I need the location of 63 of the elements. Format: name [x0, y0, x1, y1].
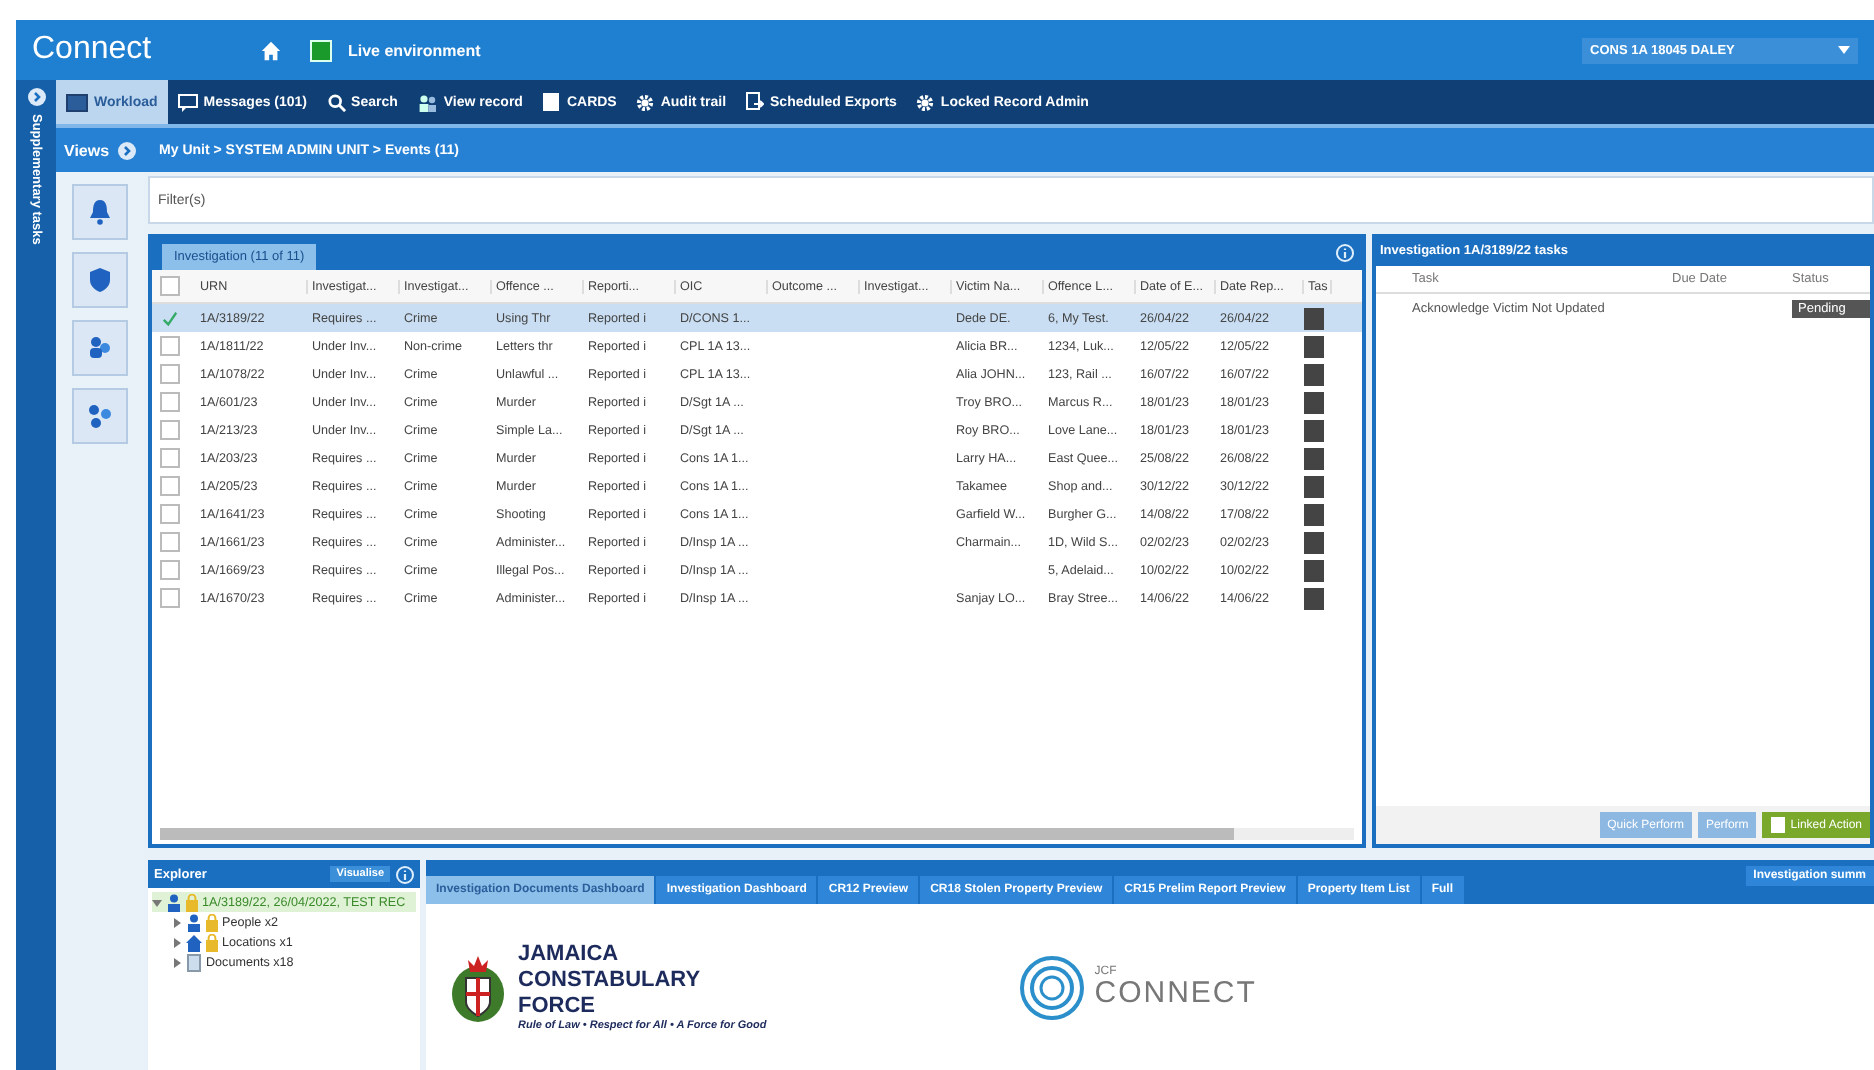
- caret-icon: [1838, 46, 1850, 54]
- expand-icon[interactable]: [172, 937, 182, 947]
- expand-icon[interactable]: [172, 957, 182, 967]
- environment-label: Live environment: [348, 41, 481, 59]
- checkbox[interactable]: [160, 504, 180, 524]
- info-icon[interactable]: [1336, 244, 1354, 262]
- task-indicator: [1304, 503, 1324, 525]
- view-button[interactable]: [72, 388, 128, 444]
- app-title: Connect: [32, 32, 154, 68]
- expand-icon[interactable]: [172, 917, 182, 927]
- export-icon: [746, 92, 765, 112]
- checkbox[interactable]: [160, 532, 180, 552]
- task-indicator: [1304, 307, 1324, 329]
- checkbox[interactable]: [160, 392, 180, 412]
- checkbox[interactable]: [160, 588, 180, 608]
- inbox-icon: [66, 93, 88, 111]
- crest-icon: [450, 951, 506, 1023]
- checkbox[interactable]: [160, 364, 180, 384]
- gear-icon: [916, 93, 935, 111]
- message-icon: [177, 93, 198, 111]
- bell-icon: [88, 198, 112, 226]
- checkbox[interactable]: [160, 308, 180, 328]
- home-icon[interactable]: [260, 39, 282, 61]
- checkbox[interactable]: [160, 448, 180, 468]
- checkbox[interactable]: [160, 276, 180, 296]
- document-icon: [186, 953, 202, 971]
- arrow-circle-icon[interactable]: [117, 141, 136, 159]
- checkbox[interactable]: [160, 560, 180, 580]
- horizontal-scrollbar[interactable]: [160, 828, 1354, 840]
- checkbox[interactable]: [160, 476, 180, 496]
- person-icon: [166, 893, 182, 911]
- view-button[interactable]: [72, 320, 128, 376]
- status-square-icon: [310, 39, 332, 61]
- task-indicator: [1304, 391, 1324, 413]
- checkbox[interactable]: [160, 336, 180, 356]
- arrow-circle-icon[interactable]: [27, 88, 45, 106]
- task-indicator: [1304, 531, 1324, 553]
- task-indicator: [1304, 335, 1324, 357]
- task-indicator: [1304, 363, 1324, 385]
- house-icon: [186, 933, 202, 951]
- people-icon: [86, 334, 114, 362]
- shield-icon: [88, 266, 112, 294]
- task-indicator: [1304, 587, 1324, 609]
- clipboard-icon: [1770, 816, 1787, 834]
- info-icon[interactable]: [396, 865, 414, 883]
- search-icon: [327, 93, 346, 111]
- padlock-icon: [186, 893, 198, 911]
- document-icon: [542, 92, 561, 112]
- organisation-name: JAMAICA CONSTABULARY FORCE: [518, 942, 703, 1020]
- person-icon: [186, 913, 202, 931]
- circles-logo-icon: [1018, 953, 1087, 1021]
- collapse-icon[interactable]: [152, 897, 162, 907]
- views-label[interactable]: Views: [64, 141, 110, 159]
- task-indicator: [1304, 559, 1324, 581]
- task-indicator: [1304, 475, 1324, 497]
- task-indicator: [1304, 419, 1324, 441]
- network-icon: [86, 402, 114, 430]
- view-button[interactable]: [72, 184, 128, 240]
- view-button[interactable]: [72, 252, 128, 308]
- task-indicator: [1304, 447, 1324, 469]
- gear-icon: [636, 93, 655, 111]
- checkbox[interactable]: [160, 420, 180, 440]
- people-icon: [417, 93, 438, 111]
